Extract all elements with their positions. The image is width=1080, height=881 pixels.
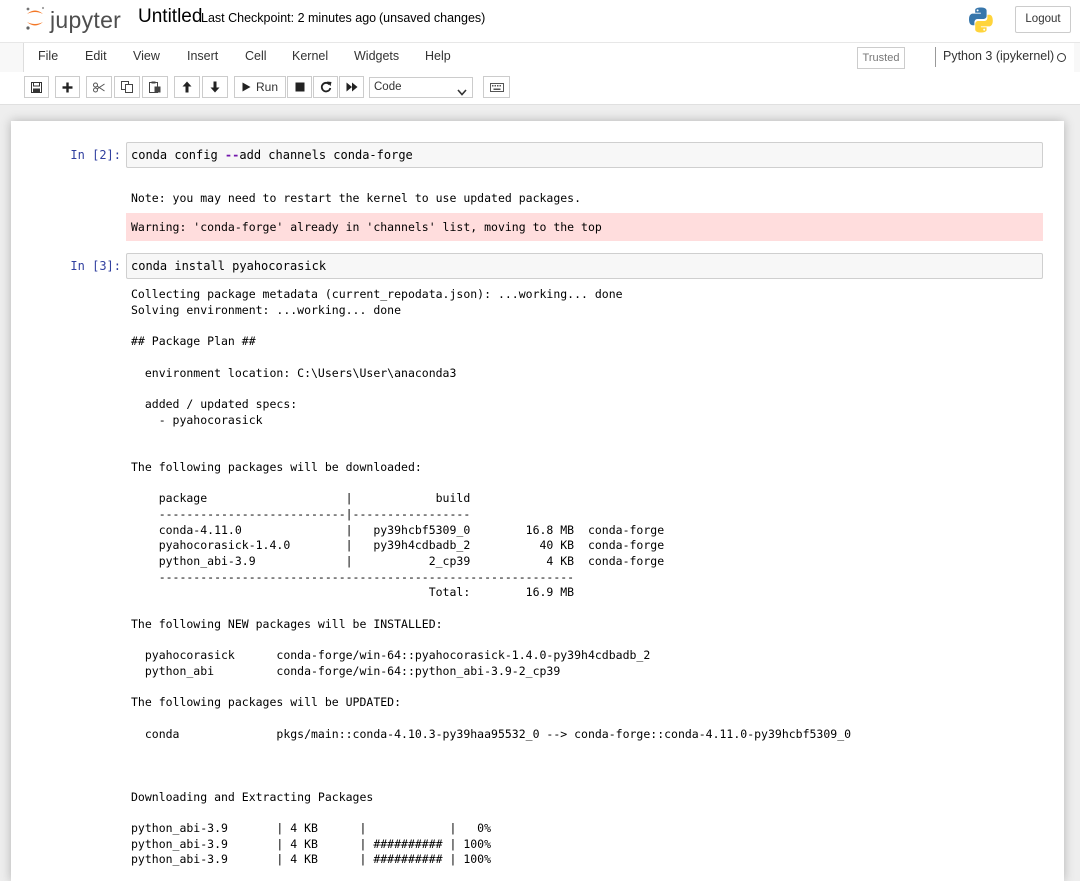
- cell-output-stdout: Collecting package metadata (current_rep…: [131, 287, 852, 867]
- insert-cell-button[interactable]: [55, 76, 80, 98]
- command-palette-button[interactable]: [483, 76, 510, 98]
- save-button[interactable]: [24, 76, 49, 98]
- menu-cell[interactable]: Cell: [245, 49, 267, 63]
- code-text: add channels conda-forge: [239, 148, 413, 162]
- menubar-container: File Edit View Insert Cell Kernel Widget…: [23, 43, 1074, 72]
- cell-type-value: Code: [374, 81, 402, 93]
- checkpoint-status: Last Checkpoint: 2 minutes ago: [201, 11, 377, 25]
- kernel-name: Python 3 (ipykernel): [943, 49, 1055, 63]
- fast-forward-icon: [346, 82, 358, 92]
- paste-button[interactable]: [142, 76, 168, 98]
- restart-run-all-button[interactable]: [339, 76, 364, 98]
- menu-insert[interactable]: Insert: [187, 49, 218, 63]
- chevron-down-icon: [457, 84, 467, 103]
- notebook-container: In [2]: conda config --add channels cond…: [11, 121, 1064, 881]
- restart-button[interactable]: [313, 76, 338, 98]
- code-cell-input[interactable]: conda config --add channels conda-forge: [126, 142, 1043, 168]
- menu-file[interactable]: File: [38, 49, 58, 63]
- cell-type-select[interactable]: Code: [369, 77, 473, 98]
- stop-icon: [295, 82, 305, 92]
- jupyter-logo-icon: [24, 5, 46, 36]
- copy-icon: [121, 81, 133, 93]
- jupyter-logo-text: jupyter: [50, 6, 122, 33]
- cut-button[interactable]: [86, 76, 112, 98]
- code-text: conda install pyahocorasick: [131, 259, 327, 273]
- save-icon: [31, 81, 42, 93]
- notebook-name[interactable]: Untitled: [138, 6, 202, 28]
- run-icon: [242, 82, 251, 92]
- code-cell-input[interactable]: conda install pyahocorasick: [126, 253, 1043, 279]
- menu-kernel[interactable]: Kernel: [292, 49, 328, 63]
- restart-icon: [320, 81, 332, 93]
- menu-edit[interactable]: Edit: [85, 49, 107, 63]
- move-down-button[interactable]: [202, 76, 228, 98]
- paste-icon: [149, 81, 161, 93]
- cell-prompt: In [2]:: [70, 148, 121, 162]
- run-label: Run: [255, 80, 278, 94]
- jupyter-logo[interactable]: jupyter: [24, 6, 121, 34]
- kernel-divider: [935, 47, 936, 67]
- move-up-button[interactable]: [174, 76, 200, 98]
- toolbar: Run Code: [0, 72, 1080, 105]
- code-text: conda config: [131, 148, 225, 162]
- arrow-down-icon: [210, 81, 220, 93]
- autosave-status: (unsaved changes): [379, 11, 486, 25]
- menu-widgets[interactable]: Widgets: [354, 49, 399, 63]
- cut-icon: [93, 82, 105, 93]
- cell-prompt: In [3]:: [70, 259, 121, 273]
- kernel-idle-icon: [1057, 53, 1066, 62]
- header: jupyter Untitled Last Checkpoint: 2 minu…: [0, 0, 1080, 42]
- interrupt-button[interactable]: [287, 76, 312, 98]
- cell-output-stdout: Note: you may need to restart the kernel…: [131, 191, 582, 205]
- plus-icon: [62, 82, 73, 93]
- python-logo-icon: [967, 6, 995, 34]
- arrow-up-icon: [182, 81, 192, 93]
- logout-button[interactable]: Logout: [1015, 6, 1071, 33]
- cell-output-stderr: Warning: 'conda-forge' already in 'chann…: [126, 213, 1043, 241]
- trusted-indicator[interactable]: Trusted: [857, 47, 905, 69]
- keyboard-icon: [489, 82, 504, 92]
- code-operator: --: [224, 148, 240, 162]
- menubar: File Edit View Insert Cell Kernel Widget…: [0, 42, 1080, 73]
- menu-help[interactable]: Help: [425, 49, 451, 63]
- copy-button[interactable]: [114, 76, 140, 98]
- run-button[interactable]: Run: [234, 76, 286, 98]
- menu-view[interactable]: View: [133, 49, 160, 63]
